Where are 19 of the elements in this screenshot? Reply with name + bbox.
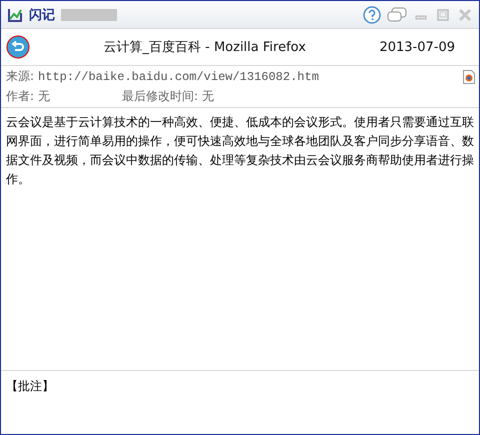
redacted-block bbox=[61, 8, 117, 20]
close-button[interactable] bbox=[457, 6, 473, 22]
chat-button[interactable] bbox=[387, 6, 407, 24]
note-body: 云会议是基于云计算技术的一种高效、便捷、低成本的会议形式。使用者只需要通过互联网界面，进行简单易用的操作，便可快速高效地与全球各地团队及客户同步分享语音、数据文件及视频，而会议中数据的传输、处理等复杂技术由云会议服务商帮助使用者进行操作。 bbox=[6, 115, 474, 186]
modified-value: 无 bbox=[202, 88, 214, 105]
back-button[interactable] bbox=[6, 35, 30, 59]
maximize-button[interactable] bbox=[435, 6, 451, 22]
author-value: 无 bbox=[38, 88, 52, 105]
window-title: 闪记 bbox=[29, 6, 55, 24]
author-label: 作者: bbox=[6, 88, 34, 105]
annotation-label: 【批注】 bbox=[6, 379, 54, 393]
date-label: 2013-07-09 bbox=[379, 40, 456, 54]
app-logo-icon bbox=[7, 6, 23, 22]
modified-label: 最后修改时间: bbox=[122, 88, 198, 105]
source-label: 来源: bbox=[6, 68, 34, 85]
source-url: http://baike.baidu.com/view/1316082.htm bbox=[38, 70, 319, 84]
help-button[interactable] bbox=[363, 6, 381, 24]
file-icon bbox=[463, 70, 475, 84]
page-title: 云计算_百度百科 - Mozilla Firefox bbox=[102, 39, 307, 56]
